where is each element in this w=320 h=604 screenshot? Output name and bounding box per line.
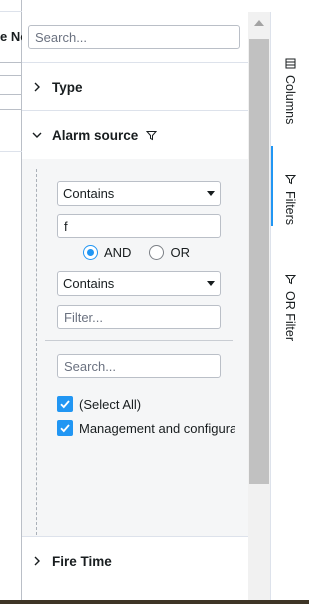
side-tab-content: OR Filter [283,274,297,354]
grid-top-border [0,11,22,12]
header-divider [0,62,22,63]
caret-down-icon [207,191,215,196]
filter-value-checkbox[interactable] [57,420,73,436]
side-tab-content: Filters [283,174,297,226]
set-filter-search-input[interactable] [57,354,221,378]
filter-group-fire-time: Fire Time [22,536,248,600]
condition2-type-select[interactable]: Contains [57,271,221,296]
row-divider [0,109,22,110]
app-root: e No Type Alarm source Contain [0,0,309,604]
condition2-value-input[interactable] [57,305,221,329]
filter-value-row[interactable]: Management and configuration [57,420,235,436]
or-radio[interactable] [149,245,165,260]
alarm-source-filter-body: Contains AND OR Contains [22,159,248,537]
filters-search-input[interactable] [28,25,240,49]
tool-panel-scrollbar[interactable] [248,12,270,600]
chevron-down-icon [32,132,42,138]
side-tab-content: Columns [283,58,297,132]
nested-filter-guide [36,169,37,535]
caret-down-icon [207,281,215,286]
filter-icon [284,275,296,285]
filter-group-header-fire-time[interactable]: Fire Time [22,537,248,585]
filter-group-header-type[interactable]: Type [22,63,248,111]
row-divider [0,151,22,152]
filter-group-label: Fire Time [52,553,112,569]
filter-active-icon [146,130,158,140]
condition2-type-value: Contains [63,276,115,291]
and-radio-label: AND [104,245,132,260]
filter-value-label: Management and configuration [79,420,235,436]
side-tab-label: Columns [283,75,297,125]
or-radio-label: OR [170,245,190,260]
side-tab-or-filter[interactable]: OR Filter [271,274,309,354]
grid-body: e No [0,0,28,600]
select-all-row[interactable]: (Select All) [57,396,235,412]
filter-separator [45,340,233,341]
filter-group-header-alarm-source[interactable]: Alarm source [22,111,248,159]
join-operator-group: AND OR [83,245,208,260]
select-all-checkbox[interactable] [57,396,73,412]
filter-group-type: Type [22,62,248,110]
condition1-type-value: Contains [63,186,115,201]
side-tab-filters[interactable]: Filters [271,146,309,226]
checkmark-icon [60,424,70,433]
checkmark-icon [60,400,70,409]
chevron-right-icon [34,556,40,566]
floating-filter-cell[interactable] [0,75,22,95]
side-tab-label: OR Filter [283,291,297,341]
window-bottom-edge [0,600,309,604]
select-all-label: (Select All) [79,396,142,412]
side-bar: Columns Filters OR Filter [270,12,309,600]
side-tab-label: Filters [283,191,297,226]
filter-group-label: Type [52,79,83,95]
scrollbar-thumb[interactable] [249,39,269,484]
filter-group-label: Alarm source [52,127,139,143]
condition1-type-select[interactable]: Contains [57,181,221,206]
and-radio[interactable] [83,245,98,260]
filters-tool-panel: Type Alarm source Contains AND [22,12,248,600]
filter-group-alarm-source: Alarm source Contains AND OR Contain [22,110,248,537]
condition1-value-input[interactable] [57,214,221,238]
scroll-up-arrow-icon[interactable] [254,20,264,26]
columns-icon [285,58,295,69]
chevron-right-icon [34,82,40,92]
filter-icon [284,175,296,185]
side-tab-columns[interactable]: Columns [271,58,309,132]
